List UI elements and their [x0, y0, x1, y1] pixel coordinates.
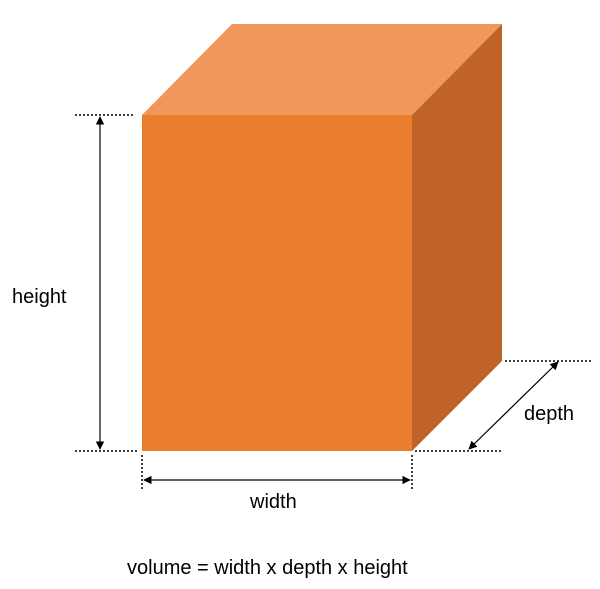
volume-formula: volume = width x depth x height — [127, 557, 408, 579]
height-label: height — [12, 286, 67, 308]
depth-label: depth — [524, 403, 575, 425]
width-label: width — [250, 491, 297, 513]
box-front-face — [142, 115, 412, 451]
box-diagram-svg — [75, 24, 592, 490]
volume-diagram: height depth width volume = width x dept… — [0, 0, 600, 589]
